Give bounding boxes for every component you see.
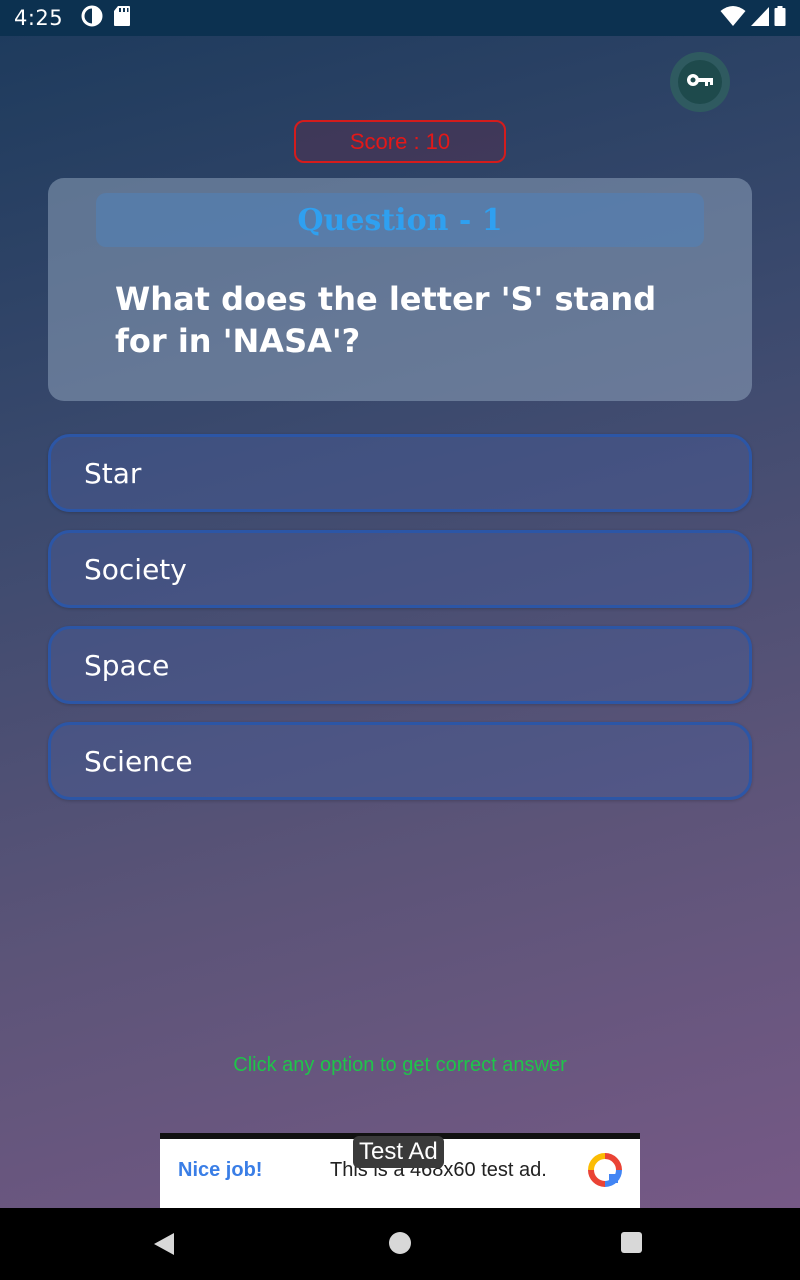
option-button-1[interactable]: Star [48,434,752,512]
option-button-4[interactable]: Science [48,722,752,800]
navigation-bar [0,1208,800,1280]
question-card: Question - 1 What does the letter 'S' st… [48,178,752,401]
data-saver-icon [81,5,103,31]
sd-card-icon [113,5,131,31]
test-ad-label: Test Ad [353,1136,444,1168]
key-icon [686,72,714,93]
status-right-icons [720,5,786,31]
status-time: 4:25 [14,6,64,30]
key-button-inner [678,60,722,104]
question-title: Question - 1 [96,193,704,247]
recents-icon[interactable] [621,1232,642,1253]
hint-text: Click any option to get correct answer [233,1054,567,1076]
cell-signal-icon [750,5,770,31]
question-text: What does the letter 'S' stand for in 'N… [115,280,657,360]
option-button-2[interactable]: Society [48,530,752,608]
ad-choices-logo-icon[interactable] [588,1153,622,1192]
battery-icon [774,5,786,31]
ad-headline: Nice job! [178,1159,263,1181]
score-badge: Score : 10 [294,120,506,163]
status-left-icons [81,5,131,31]
back-icon[interactable] [152,1232,176,1261]
key-button[interactable] [670,52,730,112]
wifi-icon [720,5,746,31]
home-icon[interactable] [389,1232,411,1254]
option-button-3[interactable]: Space [48,626,752,704]
status-bar: 4:25 [0,0,800,36]
